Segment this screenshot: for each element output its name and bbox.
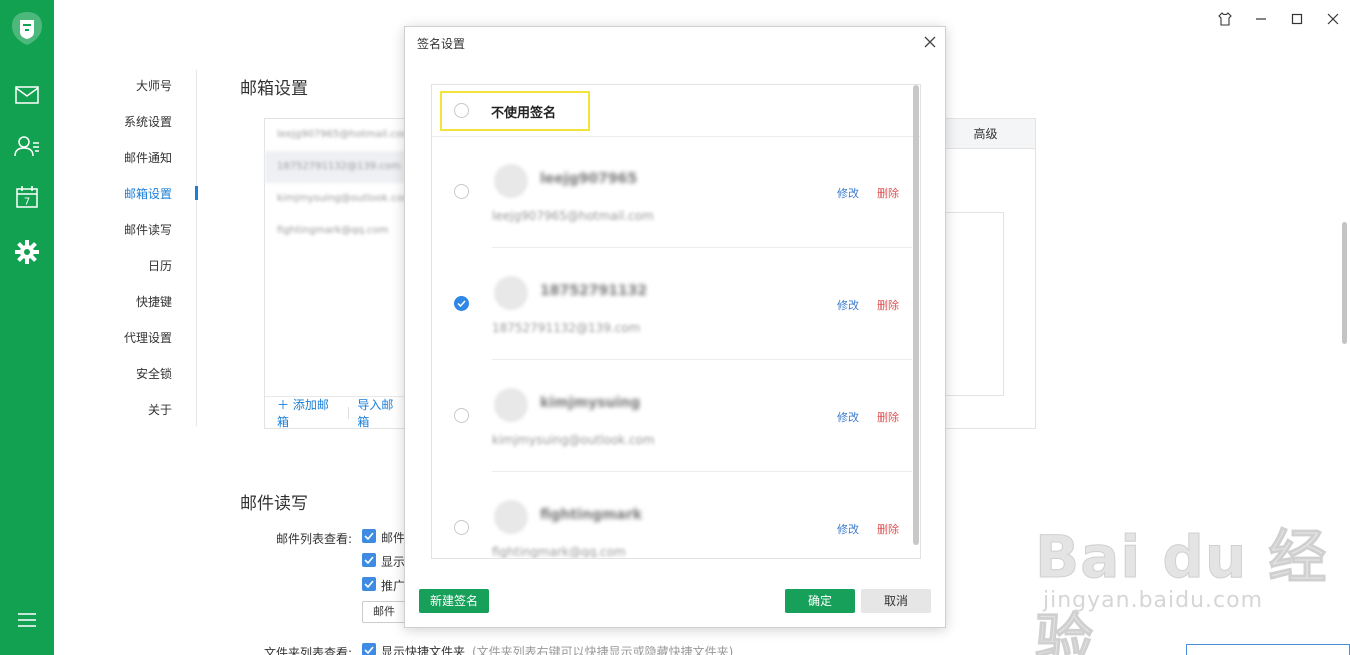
folder-option-checkbox[interactable] (362, 643, 376, 655)
nav-item-security-lock[interactable]: 安全锁 (136, 365, 172, 382)
close-window-icon[interactable] (1326, 12, 1340, 26)
divider (348, 406, 350, 419)
watermark-url: jingyan.baidu.com (1043, 588, 1264, 613)
cancel-button[interactable]: 取消 (861, 589, 931, 613)
account-row[interactable]: 18752791132@139.com (265, 151, 405, 183)
close-icon[interactable] (923, 35, 937, 49)
add-mailbox-link[interactable]: ＋ 添加邮箱 (277, 396, 340, 430)
delete-signature-link[interactable]: 删除 (877, 521, 899, 537)
page-scrollbar[interactable] (1342, 222, 1347, 344)
no-signature-radio[interactable] (454, 103, 469, 118)
mail-setting-button[interactable]: 邮件 (362, 601, 408, 623)
edit-signature-link[interactable]: 修改 (837, 185, 859, 201)
mailbox-section-title: 邮箱设置 (240, 79, 308, 99)
list-option-checkbox[interactable] (362, 529, 376, 543)
avatar (494, 388, 528, 422)
settings-nav: 大师号 系统设置 邮件通知 邮箱设置 邮件读写 日历 快捷键 代理设置 安全锁 … (54, 70, 198, 426)
baidu-watermark: Bai du 经验 jingyan.baidu.com (1035, 510, 1350, 655)
folder-view-label: 文件夹列表查看: (264, 646, 353, 655)
account-list: leejg907965@hotmail.com 18752791132@139.… (265, 119, 405, 399)
folder-option-hint: (文件夹列表右键可以快捷显示或隐藏快捷文件夹) (472, 645, 734, 655)
divider (492, 471, 912, 472)
divider (492, 247, 912, 248)
divider (432, 136, 920, 137)
settings-icon[interactable] (0, 240, 54, 264)
nav-item-proxy[interactable]: 代理设置 (124, 329, 172, 346)
watermark-brand: Bai du 经验 (1035, 523, 1328, 655)
signature-radio-selected[interactable] (454, 296, 469, 311)
signature-radio[interactable] (454, 520, 469, 535)
signature-email: 18752791132@139.com (492, 321, 641, 335)
signature-name: 18752791132 (540, 283, 648, 299)
no-signature-label: 不使用签名 (491, 106, 557, 121)
list-option-label: 邮件 (381, 531, 406, 545)
menu-icon[interactable] (0, 612, 54, 628)
signature-name: leejg907965 (540, 171, 638, 187)
nav-item-read-write[interactable]: 邮件读写 (124, 221, 172, 238)
window-controls (1218, 12, 1340, 26)
read-write-section-title: 邮件读写 (240, 494, 308, 514)
dialog-title: 签名设置 (417, 37, 466, 51)
signature-radio[interactable] (454, 184, 469, 199)
divider (492, 359, 912, 360)
ok-button[interactable]: 确定 (785, 589, 855, 613)
new-signature-button[interactable]: 新建签名 (419, 589, 489, 613)
folder-option-label: 显示快捷文件夹 (381, 645, 466, 655)
maximize-icon[interactable] (1290, 12, 1304, 26)
list-view-label: 邮件列表查看: (276, 532, 353, 546)
account-row[interactable]: kimjmysuing@outlook.com (265, 183, 405, 215)
signature-name: fightingmark (540, 507, 643, 523)
minimize-icon[interactable] (1254, 12, 1268, 26)
nav-item-shortcuts[interactable]: 快捷键 (136, 293, 172, 310)
delete-signature-link[interactable]: 删除 (877, 297, 899, 313)
avatar (494, 164, 528, 198)
delete-signature-link[interactable]: 删除 (877, 185, 899, 201)
avatar (494, 500, 528, 534)
account-row[interactable]: leejg907965@hotmail.com (265, 119, 405, 151)
account-footer: ＋ 添加邮箱 导入邮箱 (265, 396, 405, 430)
signature-email: leejg907965@hotmail.com (492, 209, 654, 223)
signature-dialog: 签名设置 不使用签名 leejg907965 leejg907965@hotma… (404, 26, 946, 628)
left-rail: 7 (0, 0, 54, 655)
signature-name: kimjmysuing (540, 395, 641, 411)
calendar-day: 7 (24, 197, 30, 208)
signature-radio[interactable] (454, 408, 469, 423)
import-mailbox-link[interactable]: 导入邮箱 (357, 396, 405, 430)
nav-item-calendar[interactable]: 日历 (148, 257, 172, 274)
signature-list: 不使用签名 leejg907965 leejg907965@hotmail.co… (431, 84, 921, 559)
active-marker (195, 186, 198, 200)
nav-item-mailbox[interactable]: 邮箱设置 (124, 185, 172, 202)
signature-email: kimjmysuing@outlook.com (492, 433, 655, 447)
mail-icon[interactable] (0, 86, 54, 104)
delete-signature-link[interactable]: 删除 (877, 409, 899, 425)
account-row[interactable]: fightingmark@qq.com (265, 215, 405, 247)
advanced-tab[interactable]: 高级 (935, 119, 1035, 149)
nav-item-master[interactable]: 大师号 (136, 77, 172, 94)
list-option-checkbox[interactable] (362, 553, 376, 567)
edit-signature-link[interactable]: 修改 (837, 521, 859, 537)
nav-item-notify[interactable]: 邮件通知 (124, 149, 172, 166)
edit-signature-link[interactable]: 修改 (837, 297, 859, 313)
contacts-icon[interactable] (0, 135, 54, 157)
signature-email: fightingmark@qq.com (492, 545, 626, 559)
nav-item-system[interactable]: 系统设置 (124, 113, 172, 130)
list-option-label: 推广 (381, 579, 406, 593)
signature-list-scrollbar[interactable] (913, 85, 919, 545)
list-option-label: 显示 (381, 555, 406, 569)
app-logo-icon[interactable] (0, 10, 54, 46)
edit-signature-link[interactable]: 修改 (837, 409, 859, 425)
avatar (494, 276, 528, 310)
calendar-icon[interactable]: 7 (0, 186, 54, 208)
list-option-checkbox[interactable] (362, 577, 376, 591)
taskbar-fragment (1186, 644, 1350, 655)
nav-item-about[interactable]: 关于 (148, 401, 172, 418)
skin-icon[interactable] (1218, 12, 1232, 26)
